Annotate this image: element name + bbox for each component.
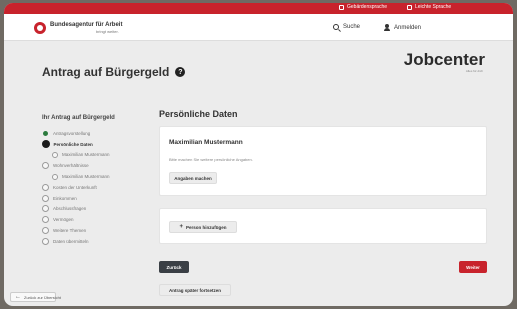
step-item[interactable]: Vermögen: [42, 214, 152, 225]
step-open-icon: [42, 205, 49, 213]
person-card: Maximilian Mustermann Bitte machen Sie w…: [159, 126, 487, 196]
ba-logo-icon[interactable]: [34, 22, 46, 34]
step-label: Weitere Themen: [53, 228, 87, 234]
step-open-icon: [42, 216, 49, 224]
back-to-overview-label: Zurück zur Übersicht: [24, 294, 61, 300]
step-item[interactable]: Abschlussfragen: [42, 204, 152, 215]
step-label: Abschlussfragen: [53, 206, 87, 212]
person-name: Maximilian Mustermann: [169, 139, 243, 146]
substep-item[interactable]: Maximilian Mustermann: [42, 150, 152, 161]
sidebar-title: Ihr Antrag auf Bürgergeld: [42, 115, 115, 121]
step-item[interactable]: Wohnverhältnisse: [42, 160, 152, 171]
site-header: Bundesagentur für Arbeit bringt weiter. …: [4, 14, 513, 41]
step-item[interactable]: Antragsvorstellung: [42, 128, 152, 139]
topbar-link-label: Leichte Sprache: [415, 4, 452, 10]
logo-tagline: bringt weiter.: [96, 29, 119, 34]
add-person-button[interactable]: + Person hinzufügen: [169, 221, 237, 233]
page-title-row: Antrag auf Bürgergeld ?: [42, 65, 186, 79]
step-open-icon: [42, 194, 49, 202]
login-label: Anmelden: [394, 24, 422, 31]
step-label: Antragsvorstellung: [53, 130, 91, 136]
step-item[interactable]: Daten übermitteln: [42, 236, 152, 247]
step-item[interactable]: Kosten der Unterkunft: [42, 182, 152, 193]
step-label: Wohnverhältnisse: [53, 163, 89, 169]
step-label: Maximilian Mustermann: [62, 152, 110, 158]
person-description: Bitte machen Sie weitere persönliche Ang…: [169, 157, 253, 162]
user-icon: [384, 24, 390, 31]
step-label: Einkommen: [53, 195, 77, 201]
step-open-icon: [42, 237, 49, 245]
save-later-button[interactable]: Antrag später fortsetzen: [159, 284, 231, 296]
page-title: Antrag auf Bürgergeld: [42, 65, 170, 79]
top-utility-bar: Gebärdensprache Leichte Sprache: [4, 3, 513, 14]
step-label: Daten übermitteln: [53, 238, 89, 244]
step-label: Vermögen: [53, 217, 74, 223]
step-label: Maximilian Mustermann: [62, 174, 110, 180]
logo-name[interactable]: Bundesagentur für Arbeit: [50, 22, 122, 28]
topbar-link-label: Gebärdensprache: [347, 4, 388, 10]
edit-person-button[interactable]: Angaben machen: [169, 172, 217, 184]
add-person-card: + Person hinzufügen: [159, 208, 487, 244]
step-open-icon: [42, 227, 49, 235]
step-current-icon: [41, 140, 50, 149]
step-item[interactable]: Weitere Themen: [42, 225, 152, 236]
step-open-icon: [52, 151, 58, 158]
sign-language-icon: [339, 4, 344, 10]
step-navigation: Antragsvorstellung Persönliche Daten Max…: [41, 128, 152, 247]
step-item[interactable]: Einkommen: [42, 193, 152, 204]
step-open-icon: [42, 162, 49, 170]
step-item-current[interactable]: Persönliche Daten: [41, 139, 152, 150]
step-done-icon: [43, 130, 48, 136]
step-label: Kosten der Unterkunft: [53, 184, 97, 190]
jobcenter-tagline: Alles für dich: [465, 69, 483, 73]
step-open-icon: [42, 183, 49, 191]
topbar-link-easy-language[interactable]: Leichte Sprache: [407, 4, 451, 10]
help-icon[interactable]: ?: [175, 67, 186, 77]
substep-item[interactable]: Maximilian Mustermann: [42, 171, 152, 182]
next-button[interactable]: Weiter: [459, 261, 487, 273]
step-open-icon: [52, 173, 58, 180]
step-label: Persönliche Daten: [53, 141, 93, 147]
back-to-overview-link[interactable]: ← Zurück zur Übersicht: [10, 292, 61, 302]
easy-language-icon: [407, 4, 412, 10]
jobcenter-logo: Jobcenter: [403, 50, 485, 69]
section-title: Persönliche Daten: [159, 109, 238, 119]
plus-icon: +: [179, 224, 183, 230]
login-button[interactable]: Anmelden: [384, 24, 421, 31]
search-button[interactable]: Suche: [333, 24, 360, 30]
search-icon: [333, 24, 339, 30]
back-button[interactable]: Zurück: [159, 261, 189, 273]
topbar-link-sign-language[interactable]: Gebärdensprache: [339, 4, 387, 10]
search-label: Suche: [343, 24, 361, 30]
browser-viewport: Gebärdensprache Leichte Sprache Bundesag…: [4, 3, 513, 306]
arrow-left-icon: ←: [15, 294, 21, 300]
add-person-label: Person hinzufügen: [186, 224, 227, 230]
